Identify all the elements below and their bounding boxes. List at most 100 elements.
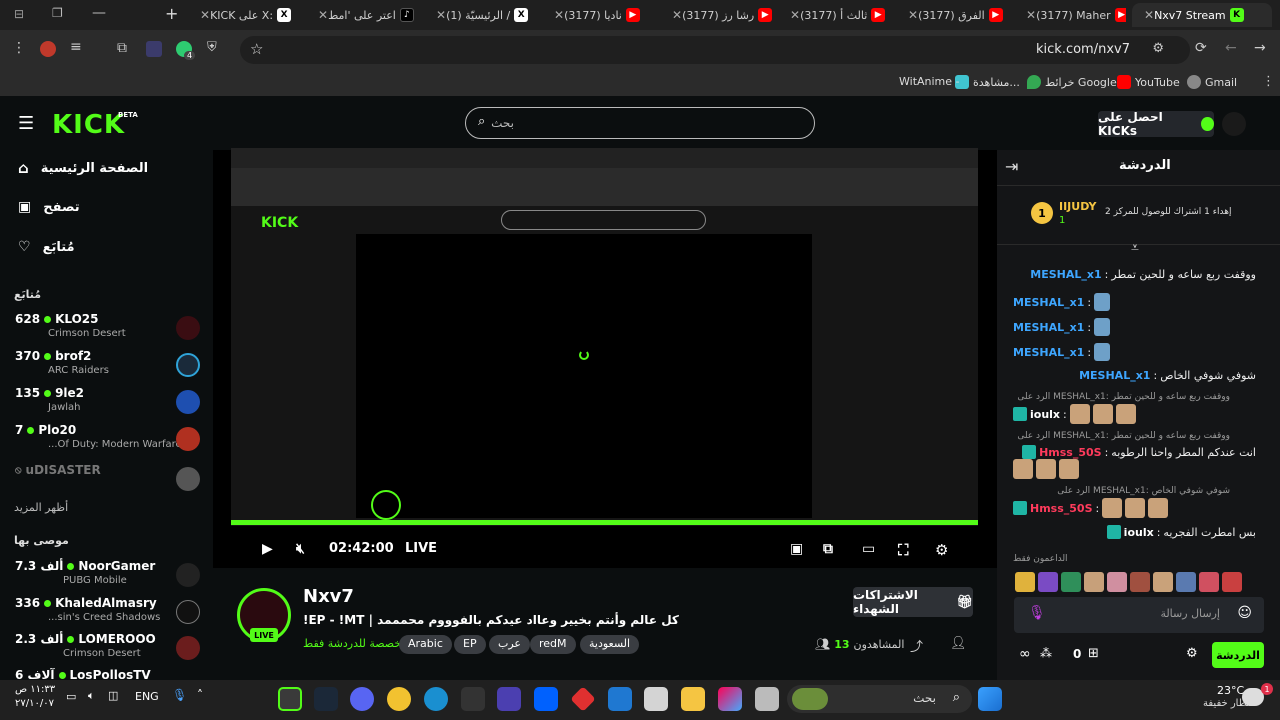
nav-following[interactable]: مُتابَع ♡ bbox=[18, 239, 75, 255]
emote-menu-icon[interactable]: ⁂ bbox=[1040, 646, 1052, 660]
file-explorer-icon[interactable] bbox=[681, 687, 705, 711]
tab-youtube-3[interactable]: ✕ (3177) ثالث أ ▶ bbox=[778, 3, 890, 27]
shield-icon[interactable]: ⛨ bbox=[207, 40, 217, 55]
tray-chevron-icon[interactable]: ˄ bbox=[197, 688, 203, 702]
tab-close-icon[interactable]: ✕ bbox=[200, 8, 210, 22]
pip-icon[interactable]: ▣ bbox=[790, 541, 803, 557]
tab-youtube-4[interactable]: ✕ (3177) الفرق ▶ bbox=[896, 3, 1008, 27]
app-gray-icon[interactable] bbox=[755, 687, 779, 711]
back-icon[interactable]: → bbox=[1254, 40, 1266, 56]
sidebar-channel-khaled[interactable]: 336 KhaledAlmasry ...sin's Creed Shadows bbox=[15, 596, 200, 630]
chat-username[interactable]: MESHAL_x1 bbox=[1079, 369, 1150, 382]
chat-username[interactable]: Hmss_50S bbox=[1030, 502, 1093, 515]
forward-icon[interactable]: ← bbox=[1225, 40, 1237, 56]
supporter-avatar[interactable] bbox=[1084, 572, 1104, 592]
bookmark-youtube[interactable]: YouTube bbox=[1117, 75, 1180, 89]
tag-ep[interactable]: EP bbox=[454, 635, 486, 654]
hamburger-menu-icon[interactable]: ☰ bbox=[18, 113, 34, 134]
tab-x-home[interactable]: ✕ (1) الرئيسيّة / X bbox=[424, 3, 536, 27]
fullscreen-icon[interactable]: ⛶ bbox=[898, 541, 909, 559]
tab-close-icon[interactable]: ✕ bbox=[790, 8, 800, 22]
share-icon[interactable]: ⤴ bbox=[910, 636, 923, 655]
supporter-avatar[interactable] bbox=[1107, 572, 1127, 592]
chat-settings-icon[interactable]: ⚙ bbox=[1186, 646, 1198, 661]
sidebar-channel-lomerooo[interactable]: 2.3 ألف LOMEROOO Crimson Desert bbox=[15, 632, 200, 666]
infinity-icon[interactable]: ∞ bbox=[1019, 646, 1031, 662]
gift-icon[interactable]: ⊞ bbox=[1088, 646, 1099, 661]
tab-close-icon[interactable]: ✕ bbox=[436, 8, 446, 22]
menu-dots-icon[interactable]: ⋮ bbox=[12, 40, 26, 56]
send-chat-button[interactable]: الدردشة bbox=[1212, 642, 1264, 668]
search-input[interactable]: بحث ⌕ bbox=[465, 107, 815, 139]
app-icon[interactable] bbox=[497, 687, 521, 711]
supporter-avatar[interactable] bbox=[1176, 572, 1196, 592]
mute-icon[interactable]: 🔇︎ bbox=[296, 541, 305, 557]
tab-close-icon[interactable]: ✕ bbox=[672, 8, 682, 22]
chat-username[interactable]: ioulx bbox=[1030, 408, 1060, 421]
nav-browse[interactable]: تصفح ▣ bbox=[18, 199, 80, 215]
sidebar-channel-lospollos[interactable]: 6 آلاف LosPollosTV bbox=[15, 668, 200, 680]
url-box[interactable]: ☆ kick.com/nxv7 ⚙ bbox=[240, 36, 1190, 64]
search-icon[interactable]: ⌕ bbox=[478, 114, 485, 129]
bookmark-maps[interactable]: خرائط Google bbox=[1027, 75, 1117, 89]
extensions-puzzle-icon[interactable]: ⧉ bbox=[117, 40, 127, 56]
tab-actions-icon[interactable]: ⊟ bbox=[14, 7, 24, 21]
language-indicator[interactable]: ENG bbox=[135, 690, 159, 703]
extension-icon-2[interactable] bbox=[146, 41, 162, 57]
sidebar-channel-plo20[interactable]: 7 Plo20 ...Of Duty: Modern Warfare bbox=[15, 423, 200, 457]
tag-saudi[interactable]: السعودية bbox=[580, 635, 640, 654]
sidebar-channel-noorgamer[interactable]: 7.3 ألف NoorGamer PUBG Mobile bbox=[15, 559, 200, 593]
sidebar-channel-offline[interactable]: ⦸ uDISASTER bbox=[15, 463, 200, 497]
get-kicks-button[interactable]: احصل على KICKs bbox=[1098, 110, 1214, 138]
tab-close-icon[interactable]: ✕ bbox=[908, 8, 918, 22]
edge-icon[interactable] bbox=[424, 687, 448, 711]
supporter-avatar[interactable] bbox=[1130, 572, 1150, 592]
chat-username[interactable]: ioulx bbox=[1124, 526, 1154, 539]
window-restore-icon[interactable]: ❐ bbox=[52, 6, 63, 20]
tab-close-icon[interactable]: ✕ bbox=[1144, 8, 1154, 22]
tab-close-icon[interactable]: ✕ bbox=[1026, 8, 1036, 22]
taskbar-time[interactable]: ١١:٣٣ ص bbox=[15, 684, 55, 695]
chat-username[interactable]: MESHAL_x1 bbox=[1013, 346, 1084, 359]
supporter-avatar[interactable] bbox=[1199, 572, 1219, 592]
tab-kick-active[interactable]: ✕ Nxv7 Stream K bbox=[1132, 3, 1272, 27]
video-progress-bar[interactable] bbox=[231, 520, 978, 525]
mail-icon[interactable] bbox=[608, 687, 632, 711]
mic-icon[interactable]: 🎙︎ bbox=[1028, 605, 1046, 621]
chat-username[interactable]: MESHAL_x1 bbox=[1013, 296, 1084, 309]
bookmark-star-icon[interactable]: ☆ bbox=[250, 40, 263, 58]
tab-youtube-5[interactable]: ✕ (3177) Maher ▶ bbox=[1014, 3, 1126, 27]
sidebar-channel-klo25[interactable]: 628 KLO25 Crimson Desert bbox=[15, 312, 200, 346]
tab-youtube-1[interactable]: ✕ (3177) ناديا ▶ bbox=[542, 3, 654, 27]
mic-taskbar-icon[interactable]: 🎙︎ bbox=[172, 688, 187, 702]
supporter-avatar[interactable] bbox=[1015, 572, 1035, 592]
collapse-chat-icon[interactable]: ⇥ bbox=[1005, 157, 1018, 176]
follow-user-icon[interactable]: 👤︎ bbox=[950, 636, 967, 651]
tag-redm[interactable]: redM bbox=[530, 635, 576, 654]
weather-temp[interactable]: 23°C bbox=[1217, 684, 1244, 697]
clip-icon[interactable]: ⧉ bbox=[823, 541, 833, 557]
copilot-icon[interactable] bbox=[718, 687, 742, 711]
kick-logo[interactable]: KICK bbox=[52, 110, 125, 140]
supporter-avatar[interactable] bbox=[1222, 572, 1242, 592]
gifter-name[interactable]: IIJUDY bbox=[1059, 200, 1097, 213]
extension-icon[interactable] bbox=[40, 41, 56, 57]
window-minimize-icon[interactable]: — bbox=[92, 5, 106, 21]
show-more-link[interactable]: أظهر المزيد bbox=[14, 501, 68, 514]
taskbar-search[interactable]: بحث ⌕ bbox=[787, 685, 972, 713]
bookmark-gmail[interactable]: Gmail bbox=[1187, 75, 1237, 89]
supporter-avatar[interactable] bbox=[1061, 572, 1081, 592]
user-avatar[interactable] bbox=[1222, 112, 1246, 136]
tab-close-icon[interactable]: ✕ bbox=[554, 8, 564, 22]
new-tab-icon[interactable]: + bbox=[165, 4, 178, 23]
reload-icon[interactable]: ⟳ bbox=[1195, 40, 1207, 56]
bookmarks-more-icon[interactable]: ⋮ bbox=[1262, 74, 1275, 89]
play-icon[interactable]: ▶ bbox=[262, 541, 273, 557]
supporter-avatar[interactable] bbox=[1153, 572, 1173, 592]
chat-username[interactable]: Hmss_50S bbox=[1039, 446, 1102, 459]
discord-icon[interactable] bbox=[350, 687, 374, 711]
nav-home[interactable]: الصفحة الرئيسية ⌂ bbox=[18, 159, 148, 177]
tag-arab[interactable]: عرب bbox=[489, 635, 530, 654]
gift-subs-button[interactable]: الاشتراكات الشهداء 🎁︎ bbox=[853, 587, 973, 617]
emoji-icon[interactable]: ☺ bbox=[1237, 605, 1252, 621]
